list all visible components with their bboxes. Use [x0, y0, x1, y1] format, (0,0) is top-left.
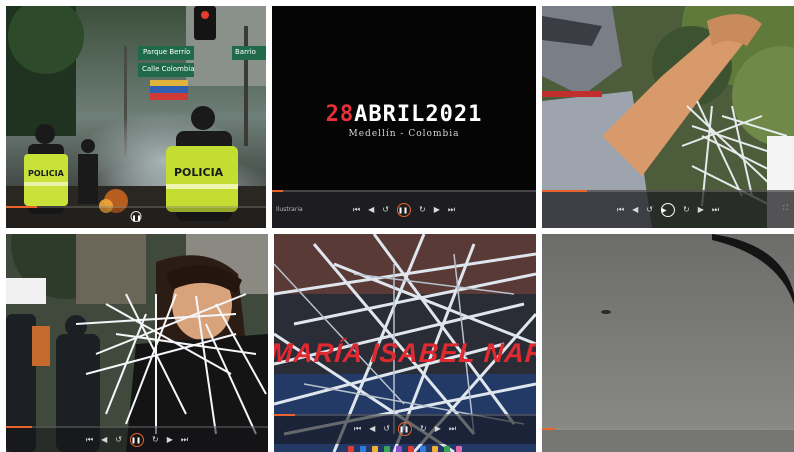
police-vest-left-text: POLICIA [28, 169, 64, 178]
play-icon[interactable]: ▶ [661, 203, 675, 217]
forward-icon[interactable]: ↻ [152, 433, 159, 447]
forward-icon[interactable]: ↻ [683, 203, 690, 217]
seek-progress [274, 414, 295, 416]
video-tile-1[interactable]: Parque Berrío Calle Colombia Barrio POLI… [6, 6, 266, 228]
skip-back-icon[interactable]: ⏮ [354, 422, 361, 436]
seek-progress [272, 190, 283, 192]
pause-icon[interactable]: ❚❚ [130, 211, 142, 222]
skip-back-icon[interactable]: ⏮ [86, 433, 93, 447]
skip-back-icon[interactable]: ⏮ [353, 203, 360, 217]
video-tile-6[interactable] [542, 234, 794, 452]
playback-controls: ❚❚ [130, 211, 142, 222]
rewind-icon[interactable]: ◀ [368, 203, 374, 217]
seek-progress [6, 426, 33, 428]
rewind-icon[interactable]: ◀ [101, 433, 107, 447]
playback-controls: ⏮ ◀ ↺ ❚❚ ↻ ▶ ⏭ [353, 203, 455, 217]
next-icon[interactable]: ▶ [167, 433, 173, 447]
seek-progress [6, 206, 38, 208]
seek-bar[interactable] [6, 206, 266, 208]
next-icon[interactable]: ▶ [434, 203, 440, 217]
overcast-sky-image [542, 234, 794, 452]
video-tile-3[interactable]: ⏮ ◀ ↺ ▶ ↻ ▶ ⏭ ⛶ [542, 6, 794, 228]
taskbar-app-icon[interactable] [348, 445, 354, 452]
playback-controls: ⏮ ◀ ↺ ❚❚ ↻ ▶ ⏭ [86, 433, 188, 447]
seek-bar[interactable] [542, 428, 794, 430]
player-bar: ❚❚ [6, 206, 266, 228]
taskbar-app-icon[interactable] [372, 445, 378, 452]
street-sign-top: Parque Berrío [143, 48, 191, 56]
street-sign-bottom: Calle Colombia [142, 65, 195, 73]
rewind-icon[interactable]: ◀ [632, 203, 638, 217]
player-bar: ⏮ ◀ ↺ ❚❚ ↻ ▶ ⏭ [274, 414, 536, 444]
title-date: 28ABRIL2021 [272, 102, 536, 127]
replay-icon[interactable]: ↺ [115, 433, 122, 447]
seek-bar[interactable] [272, 190, 536, 192]
skip-back-icon[interactable]: ⏮ [617, 203, 624, 217]
zip-tie-mask-image [6, 234, 268, 452]
player-bar [542, 428, 794, 452]
taskbar-app-icon[interactable] [444, 445, 450, 452]
pause-icon[interactable]: ❚❚ [130, 433, 144, 447]
player-bar: ⏮ ◀ ↺ ▶ ↻ ▶ ⏭ ⛶ [542, 190, 794, 228]
fullscreen-icon[interactable]: ⛶ [783, 204, 788, 213]
video-tile-5[interactable]: MARÍA ISABEL NARAN ⏮ ◀ ↺ ❚❚ ↻ ▶ ⏭ [274, 234, 536, 452]
title-day: 28 [325, 102, 355, 127]
forward-icon[interactable]: ↻ [420, 422, 427, 436]
video-tile-4[interactable]: ⏮ ◀ ↺ ❚❚ ↻ ▶ ⏭ [6, 234, 268, 452]
rewind-icon[interactable]: ◀ [369, 422, 375, 436]
seek-progress [542, 428, 555, 430]
player-bar: Ilustraria ⏮ ◀ ↺ ❚❚ ↻ ▶ ⏭ [272, 190, 536, 228]
skip-forward-icon[interactable]: ⏭ [712, 203, 719, 217]
taskbar-app-icon[interactable] [420, 445, 426, 452]
pause-icon[interactable]: ❚❚ [398, 422, 412, 436]
name-banner: MARÍA ISABEL NARAN [274, 338, 536, 368]
taskbar-app-icon[interactable] [396, 445, 402, 452]
skip-forward-icon[interactable]: ⏭ [181, 433, 188, 447]
next-icon[interactable]: ▶ [698, 203, 704, 217]
seek-bar[interactable] [542, 190, 794, 192]
protest-street-image [6, 6, 266, 228]
taskbar-strip [274, 444, 536, 452]
street-sign-right: Barrio [235, 48, 256, 56]
player-bar: ⏮ ◀ ↺ ❚❚ ↻ ▶ ⏭ [6, 426, 268, 452]
replay-icon[interactable]: ↺ [382, 203, 389, 217]
seek-bar[interactable] [6, 426, 268, 428]
title-card: 28ABRIL2021 Medellín - Colombia [272, 102, 536, 139]
seek-bar[interactable] [274, 414, 536, 416]
taskbar-app-icon[interactable] [432, 445, 438, 452]
taskbar-app-icon[interactable] [384, 445, 390, 452]
pause-icon[interactable]: ❚❚ [397, 203, 411, 217]
replay-icon[interactable]: ↺ [383, 422, 390, 436]
title-location: Medellín - Colombia [348, 129, 460, 139]
playback-controls: ⏮ ◀ ↺ ❚❚ ↻ ▶ ⏭ [354, 422, 456, 436]
track-title: Ilustraria [276, 206, 303, 213]
skip-forward-icon[interactable]: ⏭ [448, 203, 455, 217]
police-vest-right-text: POLICIA [174, 166, 224, 179]
playback-controls: ⏮ ◀ ↺ ▶ ↻ ▶ ⏭ [617, 203, 719, 217]
video-tile-2[interactable]: 28ABRIL2021 Medellín - Colombia Ilustrar… [272, 6, 536, 228]
taskbar-app-icon[interactable] [360, 445, 366, 452]
next-icon[interactable]: ▶ [435, 422, 441, 436]
replay-icon[interactable]: ↺ [646, 203, 653, 217]
skip-forward-icon[interactable]: ⏭ [449, 422, 456, 436]
taskbar-app-icon[interactable] [456, 445, 462, 452]
title-month-year: ABRIL2021 [354, 102, 483, 127]
seek-progress [542, 190, 588, 192]
taskbar-app-icon[interactable] [408, 445, 414, 452]
forward-icon[interactable]: ↻ [419, 203, 426, 217]
